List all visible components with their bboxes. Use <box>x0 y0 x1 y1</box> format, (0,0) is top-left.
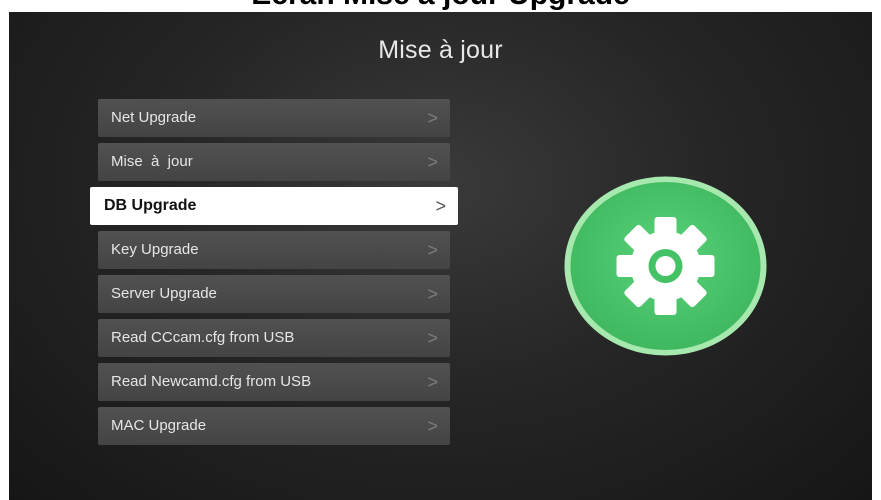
gear-icon <box>564 176 767 356</box>
chevron-right-icon: > <box>427 372 438 392</box>
menu-item-server-upgrade[interactable]: Server Upgrade > <box>98 275 450 313</box>
menu-item-read-newcamd[interactable]: Read Newcamd.cfg from USB > <box>98 363 450 401</box>
menu-item-db-upgrade[interactable]: DB Upgrade > <box>90 187 458 225</box>
menu-item-label: Key Upgrade <box>111 241 199 258</box>
menu-item-label: Server Upgrade <box>111 285 217 302</box>
menu-item-label: Read CCcam.cfg from USB <box>111 329 295 346</box>
settings-screen: Mise à jour Net Upgrade > Mise à jour > … <box>9 12 872 500</box>
menu-item-label: Net Upgrade <box>111 109 197 126</box>
menu-item-read-cccam[interactable]: Read CCcam.cfg from USB > <box>98 319 450 357</box>
chevron-right-icon: > <box>427 328 438 348</box>
menu-item-label: MAC Upgrade <box>111 417 207 434</box>
chevron-right-icon: > <box>427 416 438 436</box>
page-title: Mise à jour <box>378 36 503 64</box>
chevron-right-icon: > <box>427 152 438 172</box>
chevron-right-icon: > <box>427 240 438 260</box>
menu-item-key-upgrade[interactable]: Key Upgrade > <box>98 231 450 269</box>
menu-item-net-upgrade[interactable]: Net Upgrade > <box>98 99 450 137</box>
chevron-right-icon: > <box>435 196 446 216</box>
settings-badge <box>564 176 767 356</box>
caption-strip: Écran Mise à jour Upgrade <box>0 0 881 12</box>
menu-item-mise-a-jour[interactable]: Mise à jour > <box>98 143 450 181</box>
menu-item-label: Read Newcamd.cfg from USB <box>111 373 312 390</box>
chevron-right-icon: > <box>427 284 438 304</box>
chevron-right-icon: > <box>427 108 438 128</box>
caption-text: Écran Mise à jour Upgrade <box>0 0 881 12</box>
menu-item-label: DB Upgrade <box>104 197 197 214</box>
menu-item-label: Mise à jour <box>111 153 193 170</box>
upgrade-menu: Net Upgrade > Mise à jour > DB Upgrade >… <box>90 99 458 451</box>
menu-item-mac-upgrade[interactable]: MAC Upgrade > <box>98 407 450 445</box>
